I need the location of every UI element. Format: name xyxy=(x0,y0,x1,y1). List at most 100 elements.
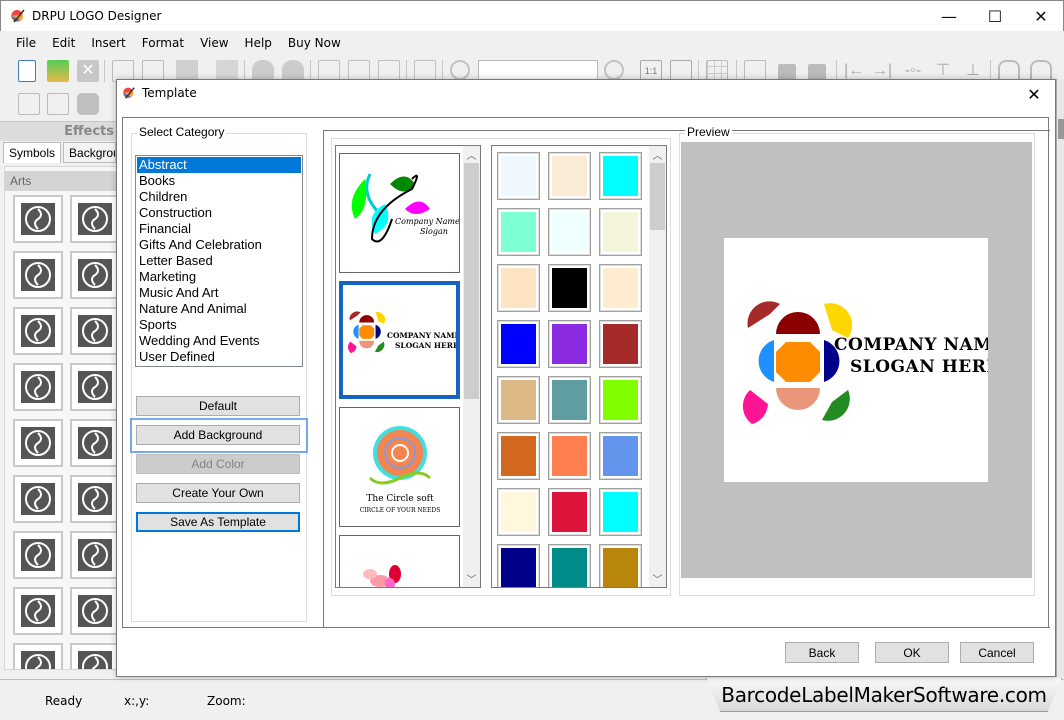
zoom-out-icon[interactable] xyxy=(604,60,624,80)
cancel-button[interactable]: Cancel xyxy=(960,642,1034,663)
color-swatch[interactable] xyxy=(497,152,540,200)
add-text-icon[interactable] xyxy=(18,93,40,115)
category-list[interactable]: Abstract Books Children Construction Financi… xyxy=(135,155,303,367)
color-swatch[interactable] xyxy=(548,208,591,256)
category-item[interactable]: Nature And Animal xyxy=(137,301,301,317)
template-item-circle-soft[interactable]: The Circle soft CIRCLE OF YOUR NEEDS xyxy=(339,407,460,527)
add-image-icon[interactable] xyxy=(47,93,69,115)
flourish-symbol[interactable] xyxy=(70,587,117,635)
color-swatch[interactable] xyxy=(548,488,591,536)
color-swatch[interactable] xyxy=(548,432,591,480)
color-scroll-down-icon[interactable]: ﹀ xyxy=(649,570,666,587)
color-swatch[interactable] xyxy=(497,320,540,368)
swirl-dots-symbol[interactable] xyxy=(70,363,117,411)
diamond-knot-symbol[interactable] xyxy=(70,251,117,299)
bring-front-icon[interactable] xyxy=(778,64,796,80)
color-swatch[interactable] xyxy=(497,264,540,312)
fan-symbol[interactable] xyxy=(70,475,117,523)
color-swatch[interactable] xyxy=(599,488,642,536)
minimize-button[interactable]: — xyxy=(926,1,972,31)
clover-symbol[interactable] xyxy=(13,363,63,411)
cross-pattern-symbol[interactable] xyxy=(13,251,63,299)
category-item[interactable]: Letter Based xyxy=(137,253,301,269)
category-item[interactable]: User Defined xyxy=(137,349,301,365)
category-item[interactable]: Wedding And Events xyxy=(137,333,301,349)
menu-help[interactable]: Help xyxy=(237,36,280,50)
menu-format[interactable]: Format xyxy=(134,36,192,50)
fleur-symbol[interactable] xyxy=(13,419,63,467)
heart-knot-symbol[interactable] xyxy=(13,643,63,669)
color-swatch[interactable] xyxy=(599,376,642,424)
diamond-fan-symbol[interactable] xyxy=(13,531,63,579)
new-file-icon[interactable] xyxy=(18,60,36,82)
scroll-symbol[interactable] xyxy=(70,419,117,467)
color-scroll-up-icon[interactable]: ︿ xyxy=(649,146,666,163)
color-list[interactable]: ︿ ﹀ xyxy=(491,145,667,588)
triskele-symbol[interactable] xyxy=(13,195,63,243)
camera-icon[interactable] xyxy=(77,93,99,115)
send-back-icon[interactable] xyxy=(808,64,826,80)
curve-symbol[interactable] xyxy=(70,643,117,669)
menu-edit[interactable]: Edit xyxy=(44,36,83,50)
ok-button[interactable]: OK xyxy=(875,642,949,663)
template-item-butterfly[interactable] xyxy=(339,535,460,587)
tab-backgrounds[interactable]: Backgrounds xyxy=(63,142,116,163)
diamond-leaf-symbol[interactable] xyxy=(13,475,63,523)
tab-symbols[interactable]: Symbols xyxy=(3,142,62,163)
color-swatch[interactable] xyxy=(599,544,642,587)
category-item[interactable]: Construction xyxy=(137,205,301,221)
menu-file[interactable]: File xyxy=(8,36,44,50)
zoom-combo[interactable] xyxy=(478,60,598,80)
back-button[interactable]: Back xyxy=(785,642,859,663)
color-swatch[interactable] xyxy=(497,208,540,256)
celtic-knot-symbol[interactable] xyxy=(70,195,117,243)
category-item[interactable]: Abstract xyxy=(137,157,301,173)
maximize-button[interactable]: ☐ xyxy=(972,1,1018,31)
template-list-scrollbar[interactable]: ︿ ﹀ xyxy=(463,146,480,587)
close-button[interactable]: ✕ xyxy=(1018,1,1064,31)
category-item[interactable]: Financial xyxy=(137,221,301,237)
color-swatch[interactable] xyxy=(548,152,591,200)
color-scroll-thumb[interactable] xyxy=(650,163,665,230)
open-folder-icon[interactable] xyxy=(47,60,69,82)
template-item-leaf-swirl[interactable]: Company Name Slogan xyxy=(339,153,460,273)
category-item[interactable]: Music And Art xyxy=(137,285,301,301)
category-item[interactable]: Books xyxy=(137,173,301,189)
default-button[interactable]: Default xyxy=(136,396,300,416)
color-swatch[interactable] xyxy=(599,264,642,312)
scroll-up-arrow-icon[interactable]: ︿ xyxy=(463,146,480,163)
color-swatch[interactable] xyxy=(497,544,540,587)
tree-symbol[interactable] xyxy=(70,531,117,579)
color-swatch[interactable] xyxy=(497,488,540,536)
color-swatch[interactable] xyxy=(599,320,642,368)
close-file-icon[interactable]: ✕ xyxy=(77,60,99,82)
menu-view[interactable]: View xyxy=(192,36,236,50)
template-scroll-thumb[interactable] xyxy=(464,163,479,399)
color-swatch[interactable] xyxy=(497,432,540,480)
mandala-symbol[interactable] xyxy=(13,587,63,635)
menu-insert[interactable]: Insert xyxy=(83,36,133,50)
category-item[interactable]: Children xyxy=(137,189,301,205)
create-your-own-button[interactable]: Create Your Own xyxy=(136,483,300,503)
color-swatch[interactable] xyxy=(548,320,591,368)
add-background-button[interactable]: Add Background xyxy=(136,425,300,445)
color-swatch[interactable] xyxy=(497,376,540,424)
dialog-close-button[interactable]: ✕ xyxy=(1019,82,1049,106)
menu-buy-now[interactable]: Buy Now xyxy=(280,36,349,50)
save-as-template-button[interactable]: Save As Template xyxy=(136,512,300,532)
category-item[interactable]: Sports xyxy=(137,317,301,333)
color-swatch[interactable] xyxy=(548,376,591,424)
main-vertical-scrollbar[interactable] xyxy=(1056,79,1064,677)
main-scroll-thumb[interactable] xyxy=(1058,119,1064,139)
template-list[interactable]: Company Name Slogan COMPANY NAME SLOGAN … xyxy=(335,145,481,588)
scroll-down-arrow-icon[interactable]: ﹀ xyxy=(463,570,480,587)
color-swatch[interactable] xyxy=(599,432,642,480)
color-swatch[interactable] xyxy=(548,264,591,312)
color-swatch[interactable] xyxy=(599,208,642,256)
zoom-in-icon[interactable] xyxy=(450,60,470,80)
color-swatch[interactable] xyxy=(599,152,642,200)
ornament-symbol-2[interactable] xyxy=(70,307,117,355)
category-item[interactable]: Gifts And Celebration xyxy=(137,237,301,253)
ornament-symbol-1[interactable] xyxy=(13,307,63,355)
color-swatch[interactable] xyxy=(548,544,591,587)
